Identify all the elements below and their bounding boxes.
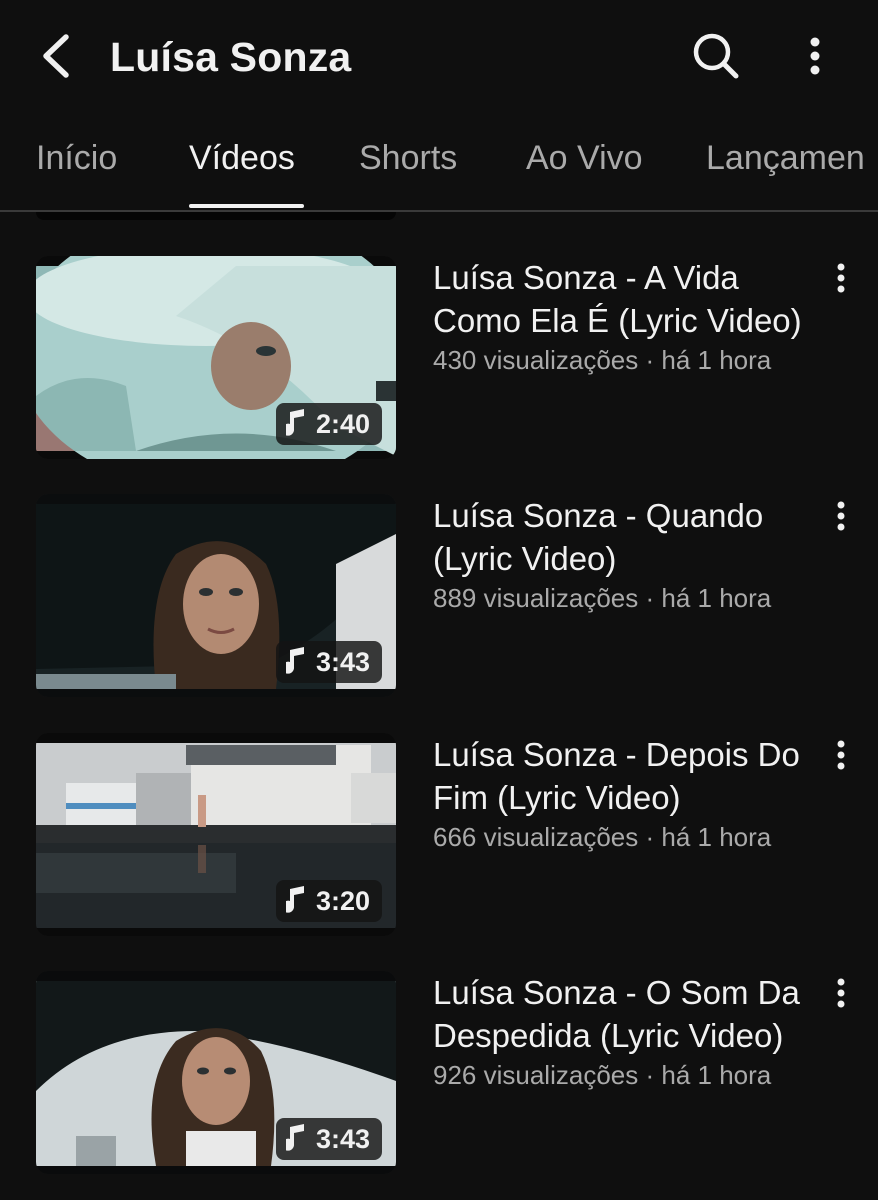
view-count: 889 visualizações	[433, 583, 639, 613]
video-stats: 666 visualizações · há 1 hora	[433, 819, 823, 855]
channel-title: Luísa Sonza	[110, 34, 352, 80]
search-icon	[693, 33, 739, 79]
tab-lancamentos[interactable]: Lançamen	[706, 136, 865, 180]
previous-video-thumbnail-edge[interactable]	[36, 212, 396, 220]
separator: ·	[645, 1060, 655, 1090]
video-title[interactable]: Luísa Sonza - Depois Do Fim (Lyric Video…	[433, 733, 823, 819]
upload-age: há 1 hora	[661, 822, 772, 852]
music-note-icon	[285, 647, 304, 674]
video-stats: 430 visualizações · há 1 hora	[433, 342, 823, 378]
music-note-icon	[285, 886, 304, 913]
search-button[interactable]	[688, 28, 744, 84]
video-stats: 889 visualizações · há 1 hora	[433, 580, 823, 616]
separator: ·	[645, 822, 655, 852]
video-details: Luísa Sonza - A Vida Como Ela É (Lyric V…	[433, 256, 823, 378]
video-title[interactable]: Luísa Sonza - A Vida Como Ela É (Lyric V…	[433, 256, 823, 342]
tab-ao-vivo[interactable]: Ao Vivo	[526, 136, 643, 180]
channel-tabs: Início Vídeos Shorts Ao Vivo Lançamen	[0, 118, 878, 212]
more-vertical-icon	[810, 37, 820, 75]
more-vertical-icon	[837, 263, 845, 293]
more-vertical-icon	[837, 978, 845, 1008]
video-details: Luísa Sonza - O Som Da Despedida (Lyric …	[433, 971, 823, 1093]
video-menu-button[interactable]	[826, 256, 856, 300]
duration-badge: 2:40	[275, 403, 382, 445]
video-title[interactable]: Luísa Sonza - Quando (Lyric Video)	[433, 494, 823, 580]
duration-badge: 3:43	[275, 641, 382, 683]
view-count: 926 visualizações	[433, 1060, 639, 1090]
video-thumbnail[interactable]: 3:20	[36, 733, 396, 936]
duration-text: 3:43	[315, 1124, 370, 1154]
video-title[interactable]: Luísa Sonza - O Som Da Despedida (Lyric …	[433, 971, 823, 1057]
upload-age: há 1 hora	[661, 1060, 772, 1090]
upload-age: há 1 hora	[661, 583, 772, 613]
tab-videos[interactable]: Vídeos	[189, 136, 295, 180]
music-note-icon	[285, 1124, 304, 1151]
back-button[interactable]	[30, 28, 80, 84]
duration-text: 3:43	[315, 647, 370, 677]
tab-shorts[interactable]: Shorts	[359, 136, 457, 180]
view-count: 666 visualizações	[433, 822, 639, 852]
more-vertical-icon	[837, 501, 845, 531]
separator: ·	[645, 345, 655, 375]
channel-videos-page: Luísa Sonza Início Vídeos Shorts Ao Vivo…	[0, 0, 878, 1200]
separator: ·	[645, 583, 655, 613]
chevron-left-icon	[43, 34, 69, 78]
video-item[interactable]: 2:40 Luísa Sonza - A Vida Como Ela É (Ly…	[0, 256, 878, 466]
video-stats: 926 visualizações · há 1 hora	[433, 1057, 823, 1093]
video-details: Luísa Sonza - Quando (Lyric Video) 889 v…	[433, 494, 823, 616]
video-item[interactable]: 3:43 Luísa Sonza - O Som Da Despedida (L…	[0, 971, 878, 1181]
tab-inicio[interactable]: Início	[36, 136, 117, 180]
upload-age: há 1 hora	[661, 345, 772, 375]
video-menu-button[interactable]	[826, 494, 856, 538]
duration-badge: 3:43	[275, 1118, 382, 1160]
active-tab-indicator	[189, 204, 304, 208]
video-item[interactable]: 3:20 Luísa Sonza - Depois Do Fim (Lyric …	[0, 733, 878, 943]
duration-badge: 3:20	[275, 880, 382, 922]
more-options-button[interactable]	[795, 28, 835, 84]
video-item[interactable]: 3:43 Luísa Sonza - Quando (Lyric Video) …	[0, 494, 878, 704]
music-note-icon	[285, 409, 304, 436]
video-menu-button[interactable]	[826, 733, 856, 777]
video-details: Luísa Sonza - Depois Do Fim (Lyric Video…	[433, 733, 823, 855]
view-count: 430 visualizações	[433, 345, 639, 375]
video-thumbnail[interactable]: 2:40	[36, 256, 396, 459]
duration-text: 3:20	[315, 886, 370, 916]
top-app-bar: Luísa Sonza	[0, 0, 878, 115]
video-thumbnail[interactable]: 3:43	[36, 971, 396, 1174]
duration-text: 2:40	[315, 409, 370, 439]
more-vertical-icon	[837, 740, 845, 770]
video-thumbnail[interactable]: 3:43	[36, 494, 396, 697]
video-menu-button[interactable]	[826, 971, 856, 1015]
